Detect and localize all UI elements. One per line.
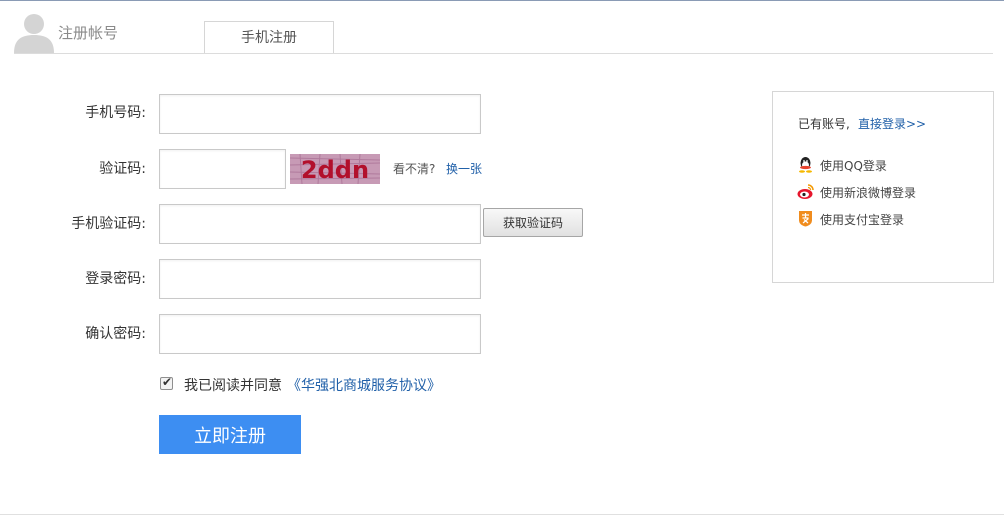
captcha-hint: 看不清? xyxy=(393,162,436,176)
get-sms-code-button[interactable]: 获取验证码 xyxy=(483,208,583,237)
qq-login-label: 使用QQ登录 xyxy=(820,159,887,173)
sms-code-label: 手机验证码: xyxy=(71,216,146,232)
password-label: 登录密码: xyxy=(85,271,146,287)
captcha-image[interactable]: 2ddn xyxy=(290,154,380,184)
captcha-text: 2ddn xyxy=(301,156,369,184)
page-title: 注册帐号 xyxy=(58,24,119,42)
tab-phone-register[interactable]: 手机注册 xyxy=(204,21,334,54)
phone-label: 手机号码: xyxy=(85,105,146,121)
tab-divider xyxy=(14,53,993,54)
agree-checkbox[interactable]: ✔ xyxy=(160,375,173,390)
phone-input[interactable] xyxy=(159,94,481,134)
weibo-login-label: 使用新浪微博登录 xyxy=(820,186,917,200)
service-agreement-link[interactable]: 《华强北商城服务协议》 xyxy=(287,375,441,395)
agree-text: 我已阅读并同意 xyxy=(184,378,282,394)
alipay-login-label: 使用支付宝登录 xyxy=(820,213,905,227)
confirm-password-input[interactable] xyxy=(159,314,481,354)
qq-icon xyxy=(799,157,812,173)
sms-code-input[interactable] xyxy=(159,204,481,244)
direct-login-link[interactable]: 直接登录>> xyxy=(858,115,926,132)
register-button[interactable]: 立即注册 xyxy=(159,415,301,454)
weibo-icon xyxy=(797,184,814,199)
checkmark-icon: ✔ xyxy=(162,375,173,389)
bottom-divider xyxy=(0,514,1004,515)
have-account-text: 已有账号, xyxy=(798,117,850,131)
side-login-box: 已有账号, 直接登录>> 使用QQ登录 使用新浪微博登录 使用支付宝登录 xyxy=(772,91,994,283)
captcha-label: 验证码: xyxy=(99,161,146,177)
page-header: 注册帐号 手机注册 xyxy=(0,0,1004,54)
captcha-input[interactable] xyxy=(159,149,286,189)
user-avatar-icon xyxy=(14,14,54,53)
captcha-refresh-link[interactable]: 换一张 xyxy=(446,160,482,177)
password-input[interactable] xyxy=(159,259,481,299)
confirm-password-label: 确认密码: xyxy=(85,326,146,342)
alipay-icon xyxy=(799,211,812,227)
